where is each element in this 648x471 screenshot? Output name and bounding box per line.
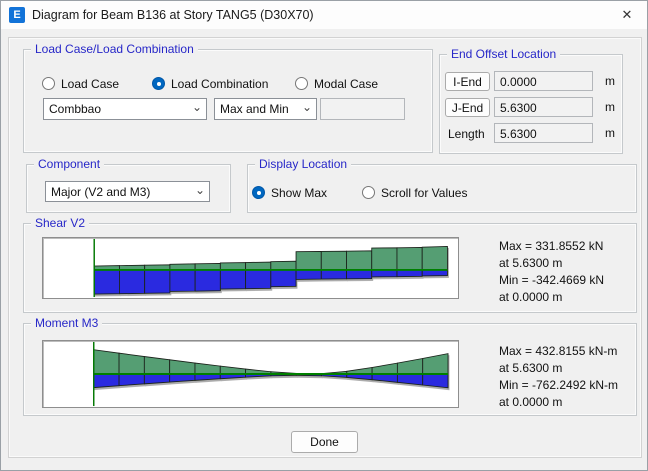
moment-max-value: Max = 432.8155 kN-m bbox=[499, 343, 618, 360]
disabled-step-field bbox=[320, 98, 405, 120]
i-end-unit: m bbox=[605, 74, 615, 88]
radio-scroll-values-label: Scroll for Values bbox=[381, 186, 467, 200]
j-end-field: 5.6300 bbox=[494, 97, 593, 117]
length-label: Length bbox=[448, 127, 485, 141]
display-location-group: Display Location Show Max Scroll for Val… bbox=[247, 164, 637, 213]
moment-min-value: Min = -762.2492 kN-m bbox=[499, 377, 618, 394]
component-dropdown[interactable]: Major (V2 and M3) ⌄ bbox=[45, 181, 210, 202]
load-case-group-title: Load Case/Load Combination bbox=[31, 42, 198, 56]
radio-scroll-values[interactable] bbox=[362, 186, 375, 199]
chevron-down-icon: ⌄ bbox=[302, 100, 312, 114]
envelope-type-value: Max and Min bbox=[220, 102, 289, 116]
shear-min-location: at 0.0000 m bbox=[499, 289, 604, 306]
shear-diagram-plot[interactable] bbox=[42, 237, 459, 299]
display-location-group-title: Display Location bbox=[255, 157, 351, 171]
dialog-window: E Diagram for Beam B136 at Story TANG5 (… bbox=[0, 0, 648, 471]
done-button[interactable]: Done bbox=[291, 431, 358, 453]
radio-load-case-label: Load Case bbox=[61, 77, 119, 91]
radio-show-max[interactable] bbox=[252, 186, 265, 199]
shear-v2-group-title: Shear V2 bbox=[31, 216, 89, 230]
etabs-app-icon: E bbox=[9, 7, 25, 23]
moment-diagram-plot[interactable] bbox=[42, 340, 459, 408]
shear-diagram-svg bbox=[43, 238, 458, 298]
radio-load-combination[interactable] bbox=[152, 77, 165, 90]
radio-modal-case[interactable] bbox=[295, 77, 308, 90]
i-end-field: 0.0000 bbox=[494, 71, 593, 91]
shear-stats: Max = 331.8552 kN at 5.6300 m Min = -342… bbox=[499, 238, 604, 306]
title-bar: E Diagram for Beam B136 at Story TANG5 (… bbox=[1, 1, 647, 29]
window-title: Diagram for Beam B136 at Story TANG5 (D3… bbox=[32, 8, 314, 22]
end-offset-group: End Offset Location I-End 0.0000 m J-End… bbox=[439, 54, 623, 154]
close-icon[interactable]: ✕ bbox=[607, 1, 647, 29]
shear-min-value: Min = -342.4669 kN bbox=[499, 272, 604, 289]
j-end-unit: m bbox=[605, 100, 615, 114]
moment-diagram-svg bbox=[43, 341, 458, 407]
chevron-down-icon: ⌄ bbox=[192, 100, 202, 114]
combo-name-dropdown[interactable]: Combbao ⌄ bbox=[43, 98, 207, 120]
load-case-group: Load Case/Load Combination Load Case Loa… bbox=[23, 49, 433, 153]
moment-max-location: at 5.6300 m bbox=[499, 360, 618, 377]
radio-modal-case-label: Modal Case bbox=[314, 77, 378, 91]
radio-show-max-label: Show Max bbox=[271, 186, 327, 200]
envelope-type-dropdown[interactable]: Max and Min ⌄ bbox=[214, 98, 317, 120]
shear-v2-group: Shear V2 Max = 331.8552 kN at 5.6300 m M… bbox=[23, 223, 637, 313]
radio-load-combination-label: Load Combination bbox=[171, 77, 268, 91]
shear-max-location: at 5.6300 m bbox=[499, 255, 604, 272]
component-group-title: Component bbox=[34, 157, 104, 171]
length-unit: m bbox=[605, 126, 615, 140]
moment-stats: Max = 432.8155 kN-m at 5.6300 m Min = -7… bbox=[499, 343, 618, 411]
chevron-down-icon: ⌄ bbox=[195, 183, 205, 197]
shear-max-value: Max = 331.8552 kN bbox=[499, 238, 604, 255]
component-group: Component Major (V2 and M3) ⌄ bbox=[26, 164, 231, 213]
moment-min-location: at 0.0000 m bbox=[499, 394, 618, 411]
moment-m3-group: Moment M3 Max = 432.8155 kN-m at 5.6300 … bbox=[23, 323, 637, 416]
end-offset-group-title: End Offset Location bbox=[447, 47, 560, 61]
combo-name-value: Combbao bbox=[49, 102, 101, 116]
i-end-button[interactable]: I-End bbox=[445, 72, 490, 91]
moment-m3-group-title: Moment M3 bbox=[31, 316, 102, 330]
radio-load-case[interactable] bbox=[42, 77, 55, 90]
length-field: 5.6300 bbox=[494, 123, 593, 143]
j-end-button[interactable]: J-End bbox=[445, 98, 490, 117]
component-value: Major (V2 and M3) bbox=[51, 185, 150, 199]
